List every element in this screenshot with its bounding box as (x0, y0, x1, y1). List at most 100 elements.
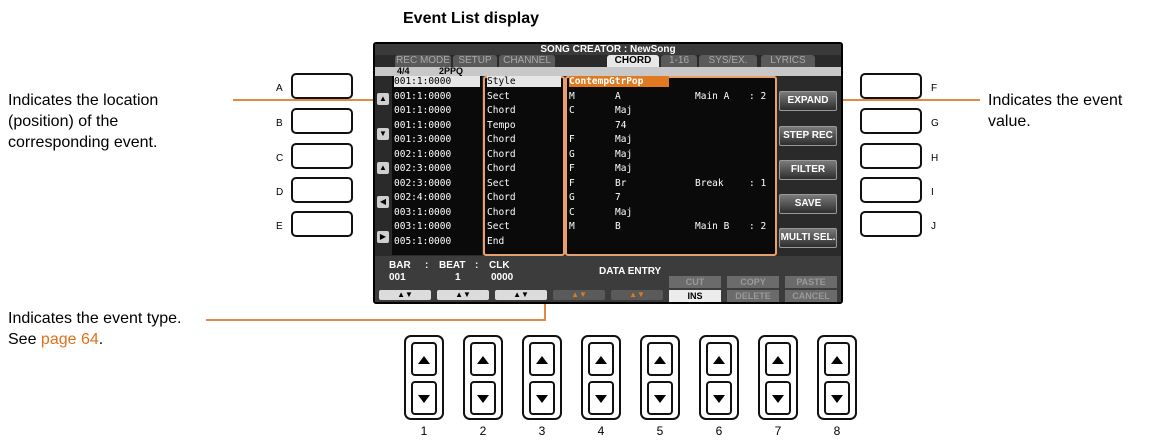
delete-button[interactable]: DELETE (727, 290, 779, 302)
event-value-1[interactable]: G (569, 192, 589, 203)
up-arrow-icon[interactable] (529, 342, 555, 376)
side-button-h[interactable] (860, 143, 922, 169)
cancel-button[interactable]: CANCEL (785, 290, 837, 302)
event-value-3[interactable] (695, 105, 745, 116)
event-value-3[interactable]: Main A (695, 91, 745, 102)
event-value-1[interactable]: F (569, 178, 589, 189)
down-arrow-icon[interactable] (588, 381, 614, 415)
event-value-2[interactable]: A (615, 91, 655, 102)
side-button-c[interactable] (291, 143, 353, 169)
event-value-1[interactable]: C (569, 105, 589, 116)
event-value-1[interactable]: F (569, 163, 589, 174)
physical-button-3[interactable] (522, 335, 562, 420)
event-type[interactable]: Chord (487, 105, 561, 116)
event-value-4[interactable] (749, 149, 773, 160)
tab-1-16[interactable]: 1-16 (661, 55, 697, 67)
event-value-1[interactable]: M (569, 91, 589, 102)
physical-button-8[interactable] (817, 335, 857, 420)
up-arrow-icon[interactable] (824, 342, 850, 376)
event-value-2[interactable]: 74 (615, 120, 655, 131)
physical-button-4[interactable] (581, 335, 621, 420)
up-arrow-icon[interactable] (470, 342, 496, 376)
copy-button[interactable]: COPY (727, 276, 779, 288)
down-arrow-icon[interactable] (706, 381, 732, 415)
up-arrow-icon[interactable] (706, 342, 732, 376)
data-entry-stepper-2[interactable]: ▲▼ (611, 290, 663, 300)
event-value-2[interactable]: Maj (615, 134, 655, 145)
event-value-1[interactable]: C (569, 207, 589, 218)
event-value-4[interactable]: : 2 (749, 91, 773, 102)
event-value-3[interactable]: Main B (695, 221, 745, 232)
data-entry-stepper-1[interactable]: ▲▼ (553, 290, 605, 300)
event-position[interactable]: 003:1:0000 (394, 207, 480, 218)
event-type[interactable]: Chord (487, 149, 561, 160)
up-arrow-icon[interactable] (647, 342, 673, 376)
event-type[interactable]: Chord (487, 192, 561, 203)
event-value-1[interactable]: F (569, 134, 589, 145)
event-value-2[interactable]: B (615, 221, 655, 232)
event-type[interactable]: Sect (487, 178, 561, 189)
bar-stepper[interactable]: ▲▼ (379, 290, 431, 300)
event-value-3[interactable] (695, 207, 745, 218)
physical-button-2[interactable] (463, 335, 503, 420)
paste-button[interactable]: PASTE (785, 276, 837, 288)
event-value-4[interactable] (749, 120, 773, 131)
expand-button[interactable]: EXPAND (779, 91, 837, 111)
event-value-4[interactable] (749, 207, 773, 218)
side-button-e[interactable] (291, 211, 353, 237)
event-value-3[interactable] (695, 134, 745, 145)
event-value-1[interactable]: M (569, 221, 589, 232)
tab-chord[interactable]: CHORD (607, 55, 659, 67)
page-up-icon[interactable]: ▲ (377, 162, 389, 174)
event-position[interactable]: 002:3:0000 (394, 163, 480, 174)
event-type[interactable]: Chord (487, 134, 561, 145)
tab-channel[interactable]: CHANNEL (499, 55, 555, 67)
event-value-3[interactable] (695, 236, 745, 247)
prev-icon[interactable]: ◀ (377, 196, 389, 208)
event-type[interactable]: Sect (487, 91, 561, 102)
event-value-2[interactable]: 7 (615, 192, 655, 203)
scroll-up-icon[interactable]: ▲ (377, 93, 389, 105)
event-value-3[interactable] (695, 120, 745, 131)
physical-button-5[interactable] (640, 335, 680, 420)
event-position[interactable]: 002:3:0000 (394, 178, 480, 189)
event-value-2[interactable]: Maj (615, 105, 655, 116)
event-value-4[interactable] (749, 105, 773, 116)
event-value-4[interactable] (749, 163, 773, 174)
event-type[interactable]: Chord (487, 207, 561, 218)
physical-button-6[interactable] (699, 335, 739, 420)
event-value-4[interactable]: : 2 (749, 221, 773, 232)
event-type[interactable]: Chord (487, 163, 561, 174)
event-value-2[interactable]: Maj (615, 149, 655, 160)
down-arrow-icon[interactable] (765, 381, 791, 415)
side-button-a[interactable] (291, 73, 353, 99)
event-value-3[interactable] (695, 149, 745, 160)
side-button-j[interactable] (860, 211, 922, 237)
clk-stepper[interactable]: ▲▼ (495, 290, 547, 300)
event-value-3[interactable] (695, 192, 745, 203)
event-value-2[interactable]: Maj (615, 207, 655, 218)
up-arrow-icon[interactable] (411, 342, 437, 376)
side-button-f[interactable] (860, 73, 922, 99)
next-icon[interactable]: ▶ (377, 231, 389, 243)
event-position[interactable]: 001:1:0000 (394, 76, 480, 87)
down-arrow-icon[interactable] (411, 381, 437, 415)
event-type[interactable]: Sect (487, 221, 561, 232)
event-value-1[interactable]: G (569, 149, 589, 160)
side-button-g[interactable] (860, 108, 922, 134)
event-type[interactable]: Tempo (487, 120, 561, 131)
cut-button[interactable]: CUT (669, 276, 721, 288)
physical-button-1[interactable] (404, 335, 444, 420)
filter-button[interactable]: FILTER (779, 160, 837, 180)
event-position[interactable]: 005:1:0000 (394, 236, 480, 247)
event-value-4[interactable] (749, 134, 773, 145)
event-position[interactable]: 001:1:0000 (394, 105, 480, 116)
side-button-b[interactable] (291, 108, 353, 134)
event-value-3[interactable] (695, 163, 745, 174)
save-button[interactable]: SAVE (779, 194, 837, 214)
physical-button-7[interactable] (758, 335, 798, 420)
event-value-style[interactable]: ContempGtrPop (569, 76, 669, 87)
side-button-i[interactable] (860, 177, 922, 203)
ins-button[interactable]: INS (669, 290, 721, 302)
down-arrow-icon[interactable] (824, 381, 850, 415)
